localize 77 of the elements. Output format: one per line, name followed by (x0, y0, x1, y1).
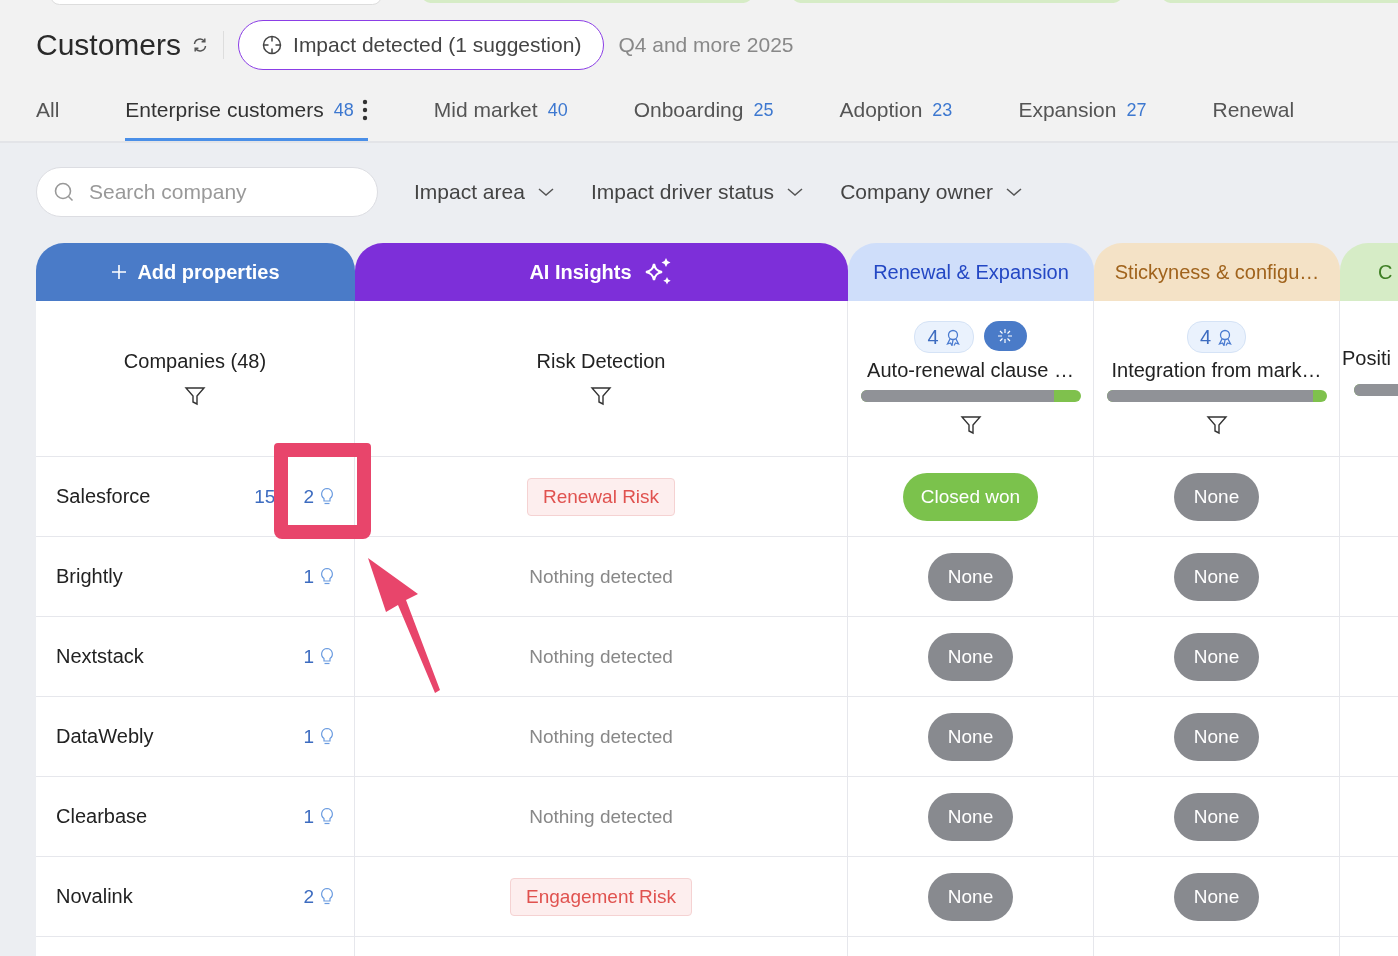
chevron-down-icon (536, 187, 555, 197)
tab[interactable]: Onboarding 25 (633, 92, 774, 141)
status-pill[interactable]: None (927, 792, 1014, 841)
tab[interactable]: All (36, 92, 60, 141)
insight-count[interactable]: 2 (303, 885, 314, 908)
column-group-header[interactable]: AI Insights (355, 243, 848, 301)
column-header: Companies (48) (123, 350, 267, 373)
lightbulb-icon (320, 646, 334, 667)
lightbulb-icon (320, 486, 334, 507)
risk-tag: Renewal Risk (526, 477, 676, 516)
column-header: Auto-renewal clause … (867, 359, 1074, 382)
column-header: Integration from mark… (1111, 359, 1322, 382)
ai-button[interactable] (983, 321, 1027, 351)
tab[interactable]: Enterprise customers 48 (125, 92, 368, 141)
tab[interactable]: Renewal (1212, 92, 1295, 141)
company-name[interactable]: Nextstack (56, 645, 144, 668)
sparkle-icon (997, 328, 1014, 344)
insight-count[interactable]: 2 (303, 485, 314, 508)
column-group-header[interactable]: Renewal & Expansion (848, 243, 1094, 301)
insight-count[interactable]: 1 (303, 565, 314, 588)
filter-icon[interactable] (959, 414, 982, 436)
status-pill[interactable]: None (927, 552, 1014, 601)
status-pill[interactable]: None (1173, 712, 1260, 761)
filter-dropdown[interactable]: Impact area (414, 180, 555, 204)
status-pill[interactable]: None (1173, 552, 1260, 601)
tab[interactable]: Expansion 27 (1018, 92, 1147, 141)
company-name[interactable]: Salesforce (56, 485, 151, 508)
column-header: Positi (1342, 347, 1391, 370)
search-icon (53, 181, 75, 203)
count-badge[interactable]: 4 (1186, 321, 1247, 353)
tab[interactable]: Adoption 23 (839, 92, 953, 141)
company-name[interactable]: Clearbase (56, 805, 148, 828)
chevron-down-icon (786, 187, 805, 197)
count-badge[interactable]: 4 (914, 321, 974, 353)
lightbulb-icon (320, 726, 334, 747)
impact-button[interactable]: Impact detected (1 suggestion) (238, 20, 605, 70)
lightbulb-icon (320, 806, 334, 827)
status-pill[interactable]: None (927, 872, 1014, 921)
count-label: 15 (254, 485, 276, 508)
award-icon (944, 328, 961, 346)
crosshair-icon (261, 34, 284, 56)
filter-dropdown[interactable]: Company owner (840, 180, 1024, 204)
risk-status: Nothing detected (529, 645, 673, 668)
company-name[interactable]: Brightly (56, 565, 123, 588)
filter-dropdown[interactable]: Impact driver status (590, 180, 805, 204)
status-pill[interactable]: None (927, 712, 1014, 761)
risk-status: Nothing detected (529, 725, 673, 748)
filter-icon[interactable] (590, 385, 612, 407)
tab[interactable]: Mid market 40 (433, 92, 568, 141)
chevron-down-icon (1005, 187, 1024, 197)
company-name[interactable]: Novalink (56, 885, 133, 908)
insight-count[interactable]: 1 (303, 805, 314, 828)
award-icon (1217, 328, 1234, 346)
filter-icon[interactable] (1205, 414, 1228, 436)
column-group-header[interactable]: Add properties (36, 243, 355, 301)
risk-status: Nothing detected (529, 805, 673, 828)
company-name[interactable]: DataWebly (56, 725, 154, 748)
status-pill[interactable]: None (1173, 472, 1260, 521)
lightbulb-icon (320, 886, 334, 907)
column-header: Risk Detection (536, 350, 666, 373)
status-pill[interactable]: None (1173, 872, 1260, 921)
plus-icon (111, 264, 128, 280)
period-label: Q4 and more 2025 (618, 33, 794, 57)
risk-tag: Engagement Risk (510, 877, 692, 916)
insight-count[interactable]: 1 (303, 645, 314, 668)
status-pill[interactable]: None (1173, 792, 1260, 841)
filter-icon[interactable] (184, 385, 206, 407)
status-pill[interactable]: None (1173, 632, 1260, 681)
column-group-header[interactable]: Stickyness & configu… (1094, 243, 1340, 301)
page-title: Customers (36, 28, 182, 62)
status-pill[interactable]: None (927, 632, 1014, 681)
risk-status: Nothing detected (529, 565, 673, 588)
column-group-header[interactable]: C (1340, 243, 1398, 301)
lightbulb-icon (320, 566, 334, 587)
insight-count[interactable]: 1 (303, 725, 314, 748)
search-field[interactable]: Search company (36, 167, 378, 217)
more-icon[interactable] (361, 99, 368, 121)
